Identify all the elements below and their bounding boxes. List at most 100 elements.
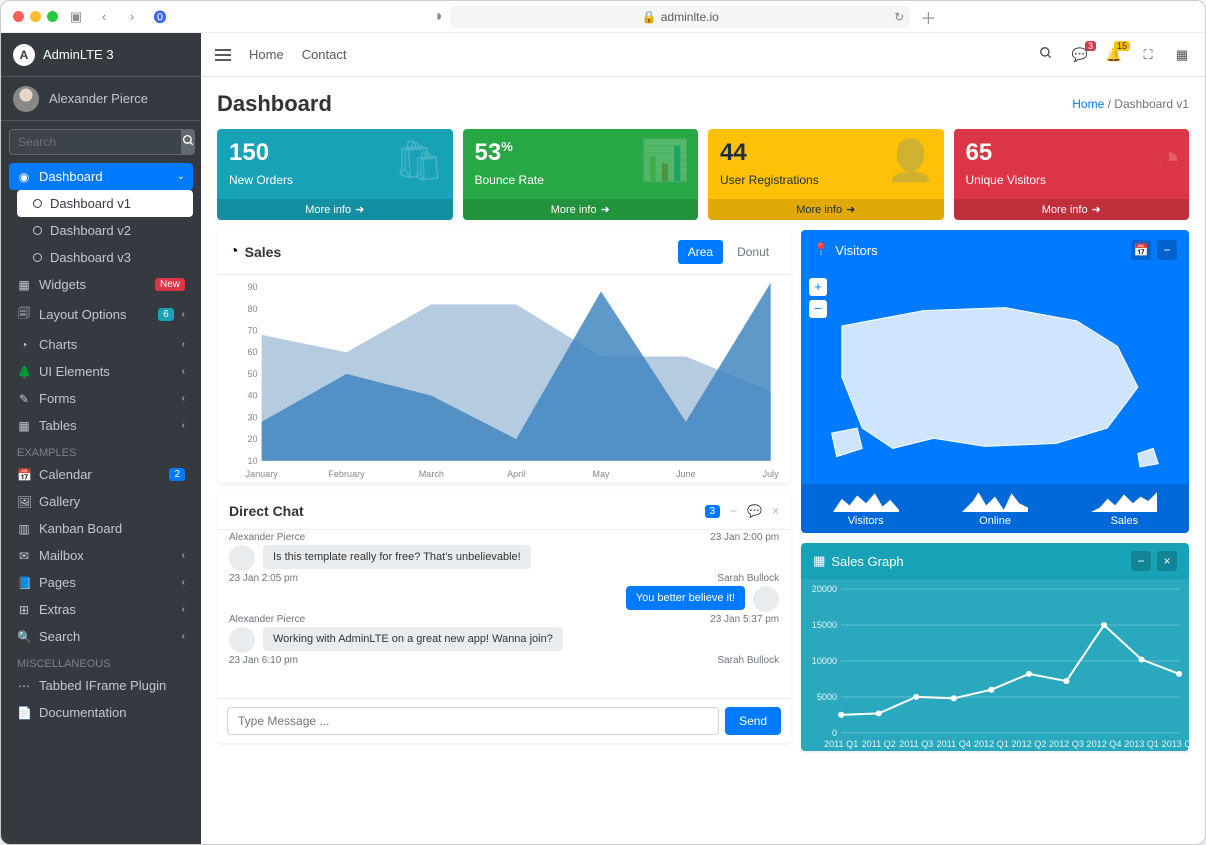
shield-icon[interactable]: ◑ — [433, 8, 443, 26]
new-tab-icon[interactable]: ＋ — [918, 5, 938, 29]
nav-ui[interactable]: 🌲UI Elements‹ — [9, 358, 193, 385]
svg-text:July: July — [763, 469, 779, 479]
reload-icon[interactable]: ↻ — [894, 10, 904, 24]
stat-more-link[interactable]: More info➜ — [463, 199, 699, 220]
svg-text:February: February — [328, 469, 365, 479]
nav-tables[interactable]: ▦Tables‹ — [9, 412, 193, 439]
sidebar-toggle-icon[interactable]: ▣ — [66, 9, 86, 25]
stat-suffix: % — [501, 139, 513, 154]
calendar-icon[interactable]: 📅 — [1131, 240, 1151, 260]
edit-icon: ✎ — [17, 392, 31, 406]
chevron-left-icon: ‹ — [182, 631, 185, 642]
nav-extras[interactable]: ⊞Extras‹ — [9, 596, 193, 623]
comments-icon[interactable]: 💬 — [747, 504, 762, 518]
image-icon: 🖼 — [17, 495, 31, 509]
crumb-home[interactable]: Home — [1072, 97, 1104, 111]
pie-icon: ◔ — [1157, 137, 1181, 182]
stat-more-link[interactable]: More info➜ — [217, 199, 453, 220]
svg-text:2013 Q1: 2013 Q1 — [1124, 739, 1159, 749]
chat-message: Alexander Pierce23 Jan 2:00 pmIs this te… — [229, 532, 779, 571]
minus-icon[interactable]: − — [1131, 551, 1151, 571]
svg-text:15000: 15000 — [812, 620, 837, 630]
topnav-contact[interactable]: Contact — [302, 47, 347, 62]
gauge-icon: ◉ — [17, 170, 31, 184]
svg-text:50: 50 — [247, 369, 257, 379]
window-close-icon[interactable] — [13, 11, 24, 22]
comments-icon[interactable]: 💬3 — [1071, 47, 1089, 63]
stat-registrations: 44User Registrations 👤 More info➜ — [708, 129, 944, 220]
menu-toggle-icon[interactable] — [215, 49, 231, 61]
sidebar-search-input[interactable] — [9, 129, 182, 155]
svg-text:10: 10 — [247, 456, 257, 466]
tab-donut[interactable]: Donut — [727, 240, 779, 264]
zoom-out-button[interactable]: − — [809, 300, 827, 318]
forward-icon[interactable]: › — [122, 9, 142, 24]
zoom-in-button[interactable]: + — [809, 278, 827, 296]
expand-icon[interactable]: ⛶ — [1139, 47, 1157, 63]
minus-icon[interactable]: − — [730, 504, 737, 518]
svg-text:5000: 5000 — [817, 692, 837, 702]
chat-message: Alexander Pierce23 Jan 5:37 pmWorking wi… — [229, 614, 779, 653]
chat-input[interactable] — [227, 707, 719, 735]
us-map[interactable]: + − — [801, 270, 1189, 484]
chevron-left-icon: ‹ — [182, 309, 185, 320]
sales-graph-card: ▦ Sales Graph − × 0500010000150002000020… — [801, 543, 1189, 751]
nav-docs[interactable]: 📄Documentation — [9, 699, 193, 726]
topnav-home[interactable]: Home — [249, 47, 284, 62]
close-icon[interactable]: × — [1157, 551, 1177, 571]
nav-mailbox[interactable]: ✉Mailbox‹ — [9, 542, 193, 569]
nav-dashboard-v2[interactable]: Dashboard v2 — [17, 217, 193, 244]
nav-dashboard-v1[interactable]: Dashboard v1 — [17, 190, 193, 217]
svg-text:January: January — [245, 469, 278, 479]
window-max-icon[interactable] — [47, 11, 58, 22]
badge-new: New — [155, 278, 185, 291]
back-icon[interactable]: ‹ — [94, 9, 114, 24]
tab-area[interactable]: Area — [678, 240, 723, 264]
nav-widgets[interactable]: ▦WidgetsNew — [9, 271, 193, 298]
arrow-circle-icon: ➜ — [846, 203, 855, 216]
topbar: Home Contact 💬3 🔔15 ⛶ ▦ — [201, 33, 1205, 77]
pie-icon: ◔ — [229, 243, 239, 261]
chat-bubble: Is this template really for free? That's… — [263, 545, 531, 569]
plus-square-icon: ⊞ — [17, 603, 31, 617]
sidebar-search-button[interactable] — [182, 129, 195, 155]
chat-bubble: You better believe it! — [626, 586, 745, 610]
stat-more-link[interactable]: More info➜ — [954, 199, 1190, 220]
user-panel[interactable]: Alexander Pierce — [1, 77, 201, 121]
breadcrumb: Home / Dashboard v1 — [1072, 97, 1189, 111]
nav-pages[interactable]: 📘Pages‹ — [9, 569, 193, 596]
brand[interactable]: A AdminLTE 3 — [1, 33, 201, 77]
avatar — [753, 586, 779, 612]
arrow-circle-icon: ➜ — [355, 203, 364, 216]
send-button[interactable]: Send — [725, 707, 781, 735]
privacy-icon[interactable]: ⓿ — [150, 7, 170, 26]
nav-dashboard[interactable]: ◉Dashboard⌄ — [9, 163, 193, 190]
nav-header-misc: MISCELLANEOUS — [5, 650, 197, 672]
nav-charts[interactable]: ◔Charts‹ — [9, 331, 193, 358]
stat-more-link[interactable]: More info➜ — [708, 199, 944, 220]
chevron-left-icon: ‹ — [182, 366, 185, 377]
apps-icon[interactable]: ▦ — [1173, 47, 1191, 63]
bell-icon[interactable]: 🔔15 — [1105, 47, 1123, 63]
svg-text:April: April — [507, 469, 525, 479]
topbar-search-icon[interactable] — [1037, 46, 1055, 63]
nav-layout[interactable]: 🗐Layout Options6‹ — [9, 298, 193, 331]
minus-icon[interactable]: − — [1157, 240, 1177, 260]
nav-calendar[interactable]: 📅Calendar2 — [9, 461, 193, 488]
nav-forms[interactable]: ✎Forms‹ — [9, 385, 193, 412]
window-min-icon[interactable] — [30, 11, 41, 22]
columns-icon: ▥ — [17, 522, 31, 536]
svg-text:June: June — [676, 469, 696, 479]
close-icon[interactable]: × — [772, 504, 779, 518]
nav-tabbed[interactable]: ⋯Tabbed IFrame Plugin — [9, 672, 193, 699]
chevron-down-icon: ⌄ — [177, 171, 185, 182]
address-bar[interactable]: 🔒 adminlte.io ↻ — [450, 6, 910, 28]
chevron-left-icon: ‹ — [182, 577, 185, 588]
nav-search[interactable]: 🔍Search‹ — [9, 623, 193, 650]
avatar — [229, 627, 255, 653]
nav-gallery[interactable]: 🖼Gallery — [9, 488, 193, 515]
nav-dashboard-v3[interactable]: Dashboard v3 — [17, 244, 193, 271]
bars-icon: 📊 — [640, 137, 690, 184]
nav-kanban[interactable]: ▥Kanban Board — [9, 515, 193, 542]
svg-text:60: 60 — [247, 347, 257, 357]
